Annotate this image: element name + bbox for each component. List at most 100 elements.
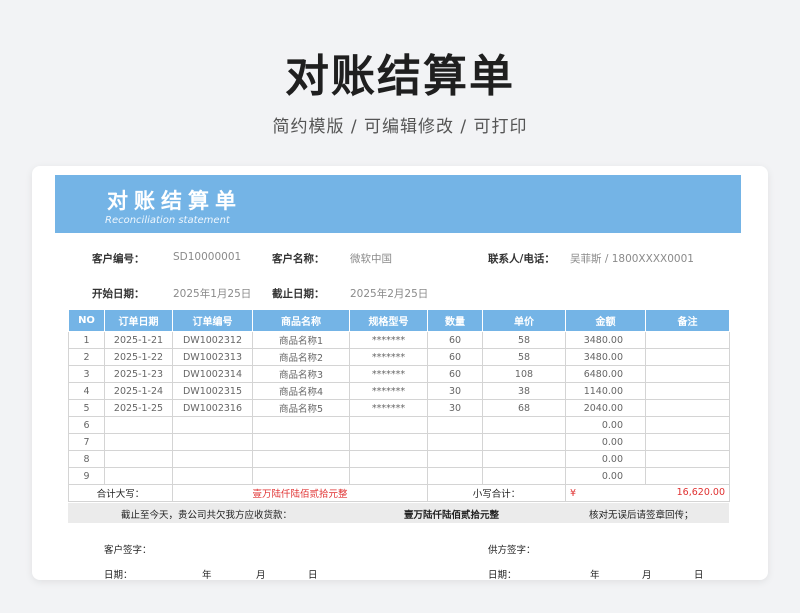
customer-date-label: 日期： bbox=[104, 570, 133, 580]
cell-spec bbox=[349, 450, 428, 468]
cell-spec: ******* bbox=[349, 382, 428, 400]
cell-spec: ******* bbox=[349, 365, 428, 383]
cell-order-no: DW1002313 bbox=[172, 348, 253, 366]
cell-qty bbox=[427, 433, 483, 451]
cell-spec: ******* bbox=[349, 348, 428, 366]
header-order-date: 订单日期 bbox=[104, 309, 173, 332]
cell-spec bbox=[349, 467, 428, 485]
cell-product: 商品名称3 bbox=[252, 365, 350, 383]
summary-amount-upper: 壹万陆仟陆佰贰拾元整 bbox=[404, 510, 500, 521]
cell-order-no: DW1002316 bbox=[172, 399, 253, 417]
cell-qty: 60 bbox=[427, 331, 483, 349]
cell-amount: 6480.00 bbox=[565, 365, 646, 383]
cell-price: 58 bbox=[482, 331, 566, 349]
total-row: 合计大写： 壹万陆仟陆佰贰拾元整 小写合计： ¥ 16,620.00 bbox=[68, 484, 730, 502]
table-row: 4 2025-1-24 DW1002315 商品名称4 ******* 30 38 1140.… bbox=[68, 382, 730, 400]
table-header-row: NO 订单日期 订单编号 商品名称 规格型号 数量 单价 金额 备注 bbox=[68, 309, 730, 332]
cell-product: 商品名称4 bbox=[252, 382, 350, 400]
cell-product bbox=[252, 433, 350, 451]
cell-qty bbox=[427, 450, 483, 468]
cell-amount: 0.00 bbox=[565, 467, 646, 485]
cell-no: 1 bbox=[68, 331, 105, 349]
cell-remark bbox=[645, 348, 730, 366]
cell-no: 3 bbox=[68, 365, 105, 383]
table-row: 5 2025-1-25 DW1002316 商品名称5 ******* 30 68 2040.… bbox=[68, 399, 730, 417]
cell-remark bbox=[645, 467, 730, 485]
customer-date-month: 月 bbox=[256, 570, 266, 580]
cell-remark bbox=[645, 399, 730, 417]
supplier-date-label: 日期： bbox=[488, 570, 517, 580]
total-upper-value: 壹万陆仟陆佰贰拾元整 bbox=[172, 484, 428, 502]
cell-order-no: DW1002315 bbox=[172, 382, 253, 400]
supplier-date-day: 日 bbox=[694, 570, 704, 580]
cell-price bbox=[482, 433, 566, 451]
cell-qty: 30 bbox=[427, 399, 483, 417]
customer-date-year: 年 bbox=[202, 570, 212, 580]
total-upper-label: 合计大写： bbox=[68, 484, 173, 502]
currency-symbol: ¥ bbox=[570, 487, 577, 499]
cell-product: 商品名称2 bbox=[252, 348, 350, 366]
table-row: 1 2025-1-21 DW1002312 商品名称1 ******* 60 58 3480.… bbox=[68, 331, 730, 349]
cell-product bbox=[252, 467, 350, 485]
cell-amount: 0.00 bbox=[565, 433, 646, 451]
cell-no: 2 bbox=[68, 348, 105, 366]
total-lower-value: 16,620.00 bbox=[676, 487, 725, 498]
table-row: 8 0.00 bbox=[68, 450, 730, 468]
cell-remark bbox=[645, 416, 730, 434]
header-remark: 备注 bbox=[645, 309, 730, 332]
table-row: 9 0.00 bbox=[68, 467, 730, 485]
cell-product bbox=[252, 416, 350, 434]
cell-order-date: 2025-1-22 bbox=[104, 348, 173, 366]
statement-card: 对账结算单 Reconciliation statement 客户编号： SD1… bbox=[32, 166, 768, 580]
cell-order-no bbox=[172, 467, 253, 485]
cell-price bbox=[482, 450, 566, 468]
customer-name-label: 客户名称： bbox=[272, 253, 325, 265]
cell-amount: 0.00 bbox=[565, 450, 646, 468]
cell-no: 4 bbox=[68, 382, 105, 400]
cell-order-no: DW1002314 bbox=[172, 365, 253, 383]
cell-product: 商品名称5 bbox=[252, 399, 350, 417]
cell-spec bbox=[349, 433, 428, 451]
cell-order-date: 2025-1-25 bbox=[104, 399, 173, 417]
table-row: 6 0.00 bbox=[68, 416, 730, 434]
cell-order-date: 2025-1-24 bbox=[104, 382, 173, 400]
header-order-no: 订单编号 bbox=[172, 309, 253, 332]
summary-confirm-text: 核对无误后请签章回传； bbox=[589, 510, 694, 521]
customer-no-value: SD10000001 bbox=[173, 251, 242, 263]
cell-price: 108 bbox=[482, 365, 566, 383]
cell-qty bbox=[427, 416, 483, 434]
header-qty: 数量 bbox=[427, 309, 483, 332]
end-date-field: 截止日期： bbox=[272, 286, 325, 301]
cell-order-no bbox=[172, 450, 253, 468]
cell-order-date: 2025-1-21 bbox=[104, 331, 173, 349]
cell-no: 6 bbox=[68, 416, 105, 434]
cell-qty bbox=[427, 467, 483, 485]
cell-no: 9 bbox=[68, 467, 105, 485]
cell-order-no: DW1002312 bbox=[172, 331, 253, 349]
header-banner: 对账结算单 Reconciliation statement bbox=[55, 175, 741, 233]
cell-remark bbox=[645, 433, 730, 451]
cell-order-no bbox=[172, 433, 253, 451]
page-subtitle: 简约模版 / 可编辑修改 / 可打印 bbox=[272, 117, 528, 137]
cell-order-date bbox=[104, 433, 173, 451]
header-no: NO bbox=[68, 309, 105, 332]
cell-qty: 30 bbox=[427, 382, 483, 400]
header-product: 商品名称 bbox=[252, 309, 350, 332]
cell-amount: 1140.00 bbox=[565, 382, 646, 400]
header-spec: 规格型号 bbox=[349, 309, 428, 332]
cell-amount: 3480.00 bbox=[565, 331, 646, 349]
cell-price: 38 bbox=[482, 382, 566, 400]
table-row: 2 2025-1-22 DW1002313 商品名称2 ******* 60 58 3480.… bbox=[68, 348, 730, 366]
summary-bar: 截止至今天，贵公司共欠我方应收货款： 壹万陆仟陆佰贰拾元整 核对无误后请签章回传… bbox=[68, 503, 729, 523]
start-date-value: 2025年1月25日 bbox=[173, 288, 252, 300]
cell-order-date bbox=[104, 450, 173, 468]
table-row: 3 2025-1-23 DW1002314 商品名称3 ******* 60 108 6480… bbox=[68, 365, 730, 383]
cell-spec: ******* bbox=[349, 331, 428, 349]
cell-product: 商品名称1 bbox=[252, 331, 350, 349]
header-price: 单价 bbox=[482, 309, 566, 332]
start-date-field: 开始日期： bbox=[92, 286, 145, 301]
banner-title: 对账结算单 bbox=[107, 189, 242, 213]
cell-remark bbox=[645, 382, 730, 400]
start-date-label: 开始日期： bbox=[92, 288, 145, 300]
customer-no-label: 客户编号： bbox=[92, 253, 145, 265]
